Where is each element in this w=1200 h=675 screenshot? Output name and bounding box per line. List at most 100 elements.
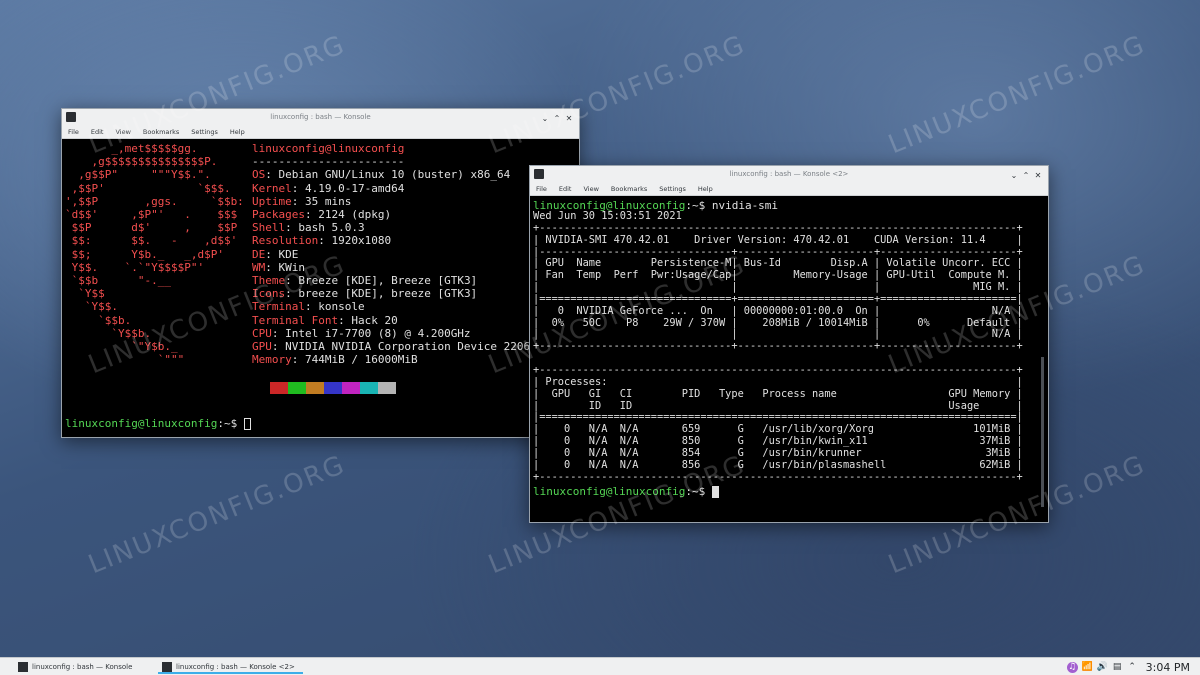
menu-help[interactable]: Help xyxy=(230,128,245,136)
menu-settings[interactable]: Settings xyxy=(659,185,686,193)
logo-line: `$$b "-.__ xyxy=(65,274,171,288)
logo-line: `""" xyxy=(65,353,185,367)
info-value: konsole xyxy=(318,300,365,314)
info-key: DE xyxy=(252,247,266,261)
info-value: Hack 20 xyxy=(351,313,398,327)
info-value: NVIDIA NVIDIA Corporation Device 2206 xyxy=(285,340,531,354)
terminal-area[interactable]: linuxconfig@linuxconfig:~$ nvidia-smi We… xyxy=(530,197,1048,522)
info-key: OS xyxy=(252,168,266,182)
close-icon[interactable]: ✕ xyxy=(1032,168,1044,184)
scrollbar[interactable] xyxy=(1041,357,1044,507)
output-line: +---------------------------------------… xyxy=(533,470,1023,483)
menu-bookmarks[interactable]: Bookmarks xyxy=(611,185,647,193)
system-info: linuxconfig@linuxconfig -----------------… xyxy=(252,142,530,366)
info-value: bash 5.0.3 xyxy=(298,221,365,235)
taskbar-task-1[interactable]: linuxconfig : bash — Konsole xyxy=(14,660,154,674)
taskbar-task-2[interactable]: linuxconfig : bash — Konsole <2> xyxy=(158,660,303,674)
info-value: Intel i7-7700 (8) @ 4.200GHz xyxy=(285,326,471,340)
window-title: linuxconfig : bash — Konsole xyxy=(270,113,371,121)
info-row: Shell: bash 5.0.3 xyxy=(252,221,365,235)
tray-expand-icon[interactable]: ⌃ xyxy=(1127,662,1138,673)
info-row: OS: Debian GNU/Linux 10 (buster) x86_64 xyxy=(252,168,511,182)
info-row: Terminal Font: Hack 20 xyxy=(252,313,398,327)
logo-line: Y$$. `.`"Y$$$$P"' xyxy=(65,260,205,274)
logo-line: `Y$$. xyxy=(65,300,118,314)
info-value: 4.19.0-17-amd64 xyxy=(305,181,405,195)
output-line: +---------------------------------------… xyxy=(533,221,1023,234)
info-row: CPU: Intel i7-7700 (8) @ 4.200GHz xyxy=(252,326,471,340)
menu-file[interactable]: File xyxy=(536,185,547,193)
logo-line: $$P d$' , $$P xyxy=(65,221,238,235)
clock[interactable]: 3:04 PM xyxy=(1146,661,1190,674)
output-line: | NVIDIA-SMI 470.42.01 Driver Version: 4… xyxy=(533,233,1023,246)
maximize-icon[interactable]: ⌃ xyxy=(1020,168,1032,184)
menu-view[interactable]: View xyxy=(583,185,598,193)
info-row: Packages: 2124 (dpkg) xyxy=(252,208,392,222)
maximize-icon[interactable]: ⌃ xyxy=(551,111,563,127)
logo-line: `$$b. xyxy=(65,313,132,327)
info-key: WM xyxy=(252,260,266,274)
logo-line: `d$$' ,$P"' . $$$ xyxy=(65,208,238,222)
text-cursor xyxy=(243,418,251,430)
prompt-user: linuxconfig@linuxconfig xyxy=(65,417,218,430)
konsole-icon xyxy=(18,662,28,672)
logo-line: ,g$$P" """Y$$.". xyxy=(65,168,211,182)
menubar: File Edit View Bookmarks Settings Help xyxy=(62,125,579,139)
volume-icon[interactable]: 🔊 xyxy=(1097,662,1108,673)
shell-prompt[interactable]: linuxconfig@linuxconfig:~$ xyxy=(65,417,251,430)
network-icon[interactable]: 📶 xyxy=(1082,662,1093,673)
close-icon[interactable]: ✕ xyxy=(563,111,575,127)
color-swatch xyxy=(342,381,360,394)
logo-line: ,$$P' `$$$. xyxy=(65,181,231,195)
logo-line: ',$$P ,ggs. `$$b: xyxy=(65,194,244,208)
konsole-window-1[interactable]: linuxconfig : bash — Konsole ⌄ ⌃ ✕ File Ed… xyxy=(61,108,580,438)
updates-icon[interactable]: ♫ xyxy=(1066,661,1078,673)
info-key: Uptime xyxy=(252,194,292,208)
info-row: Uptime: 35 mins xyxy=(252,194,352,208)
terminal-area[interactable]: _,met$$$$$gg. ,g$$$$$$$$$$$$$$$P. ,g$$P"… xyxy=(62,140,579,437)
window-titlebar[interactable]: linuxconfig : bash — Konsole <2> ⌄ ⌃ ✕ xyxy=(530,166,1048,182)
info-key: CPU xyxy=(252,326,272,340)
color-swatch xyxy=(378,381,396,394)
text-cursor xyxy=(711,486,719,498)
info-key: Resolution xyxy=(252,234,319,248)
logo-line: `Y$$ xyxy=(65,287,105,301)
info-row: Resolution: 1920x1080 xyxy=(252,234,392,248)
menu-file[interactable]: File xyxy=(68,128,79,136)
menu-settings[interactable]: Settings xyxy=(191,128,218,136)
info-key: Packages xyxy=(252,208,305,222)
info-row: GPU: NVIDIA NVIDIA Corporation Device 22… xyxy=(252,340,531,354)
info-header: linuxconfig@linuxconfig xyxy=(252,142,405,155)
watermark: LINUXCONFIG.ORG xyxy=(84,449,350,581)
output-line: +-------------------------------+-------… xyxy=(533,340,1023,353)
output-line: | 0 N/A N/A 856 G /usr/bin/plasmashell 6… xyxy=(533,458,1023,471)
window-title: linuxconfig : bash — Konsole <2> xyxy=(729,170,849,178)
logo-line: ,g$$$$$$$$$$$$$$$P. xyxy=(65,155,218,169)
info-value: KDE xyxy=(278,247,299,261)
konsole-window-2[interactable]: linuxconfig : bash — Konsole <2> ⌄ ⌃ ✕ Fil… xyxy=(529,165,1049,523)
menu-view[interactable]: View xyxy=(115,128,130,136)
menu-edit[interactable]: Edit xyxy=(559,185,572,193)
menu-bookmarks[interactable]: Bookmarks xyxy=(143,128,179,136)
shell-prompt[interactable]: linuxconfig@linuxconfig:~$ xyxy=(533,485,719,498)
menu-help[interactable]: Help xyxy=(698,185,713,193)
menu-edit[interactable]: Edit xyxy=(91,128,104,136)
prompt-user: linuxconfig@linuxconfig xyxy=(533,485,686,498)
info-key: Shell xyxy=(252,221,286,235)
logo-line: `"Y$b._ xyxy=(65,340,178,354)
info-value: KWin xyxy=(278,260,306,274)
color-swatch xyxy=(360,381,378,394)
color-swatch xyxy=(288,381,306,394)
output-line: | Processes: | xyxy=(533,375,1023,388)
window-titlebar[interactable]: linuxconfig : bash — Konsole ⌄ ⌃ ✕ xyxy=(62,109,579,125)
minimize-icon[interactable]: ⌄ xyxy=(539,111,551,127)
clipboard-icon[interactable]: ▤ xyxy=(1112,662,1123,673)
info-key: Terminal Font xyxy=(252,313,339,327)
logo-line: $$: $$. - ,d$$' xyxy=(65,234,238,248)
color-swatch xyxy=(324,381,342,394)
info-key: Icons xyxy=(252,287,286,301)
color-swatch xyxy=(252,381,270,394)
minimize-icon[interactable]: ⌄ xyxy=(1008,168,1020,184)
color-palette xyxy=(252,377,396,396)
task-label: linuxconfig : bash — Konsole <2> xyxy=(176,663,295,671)
